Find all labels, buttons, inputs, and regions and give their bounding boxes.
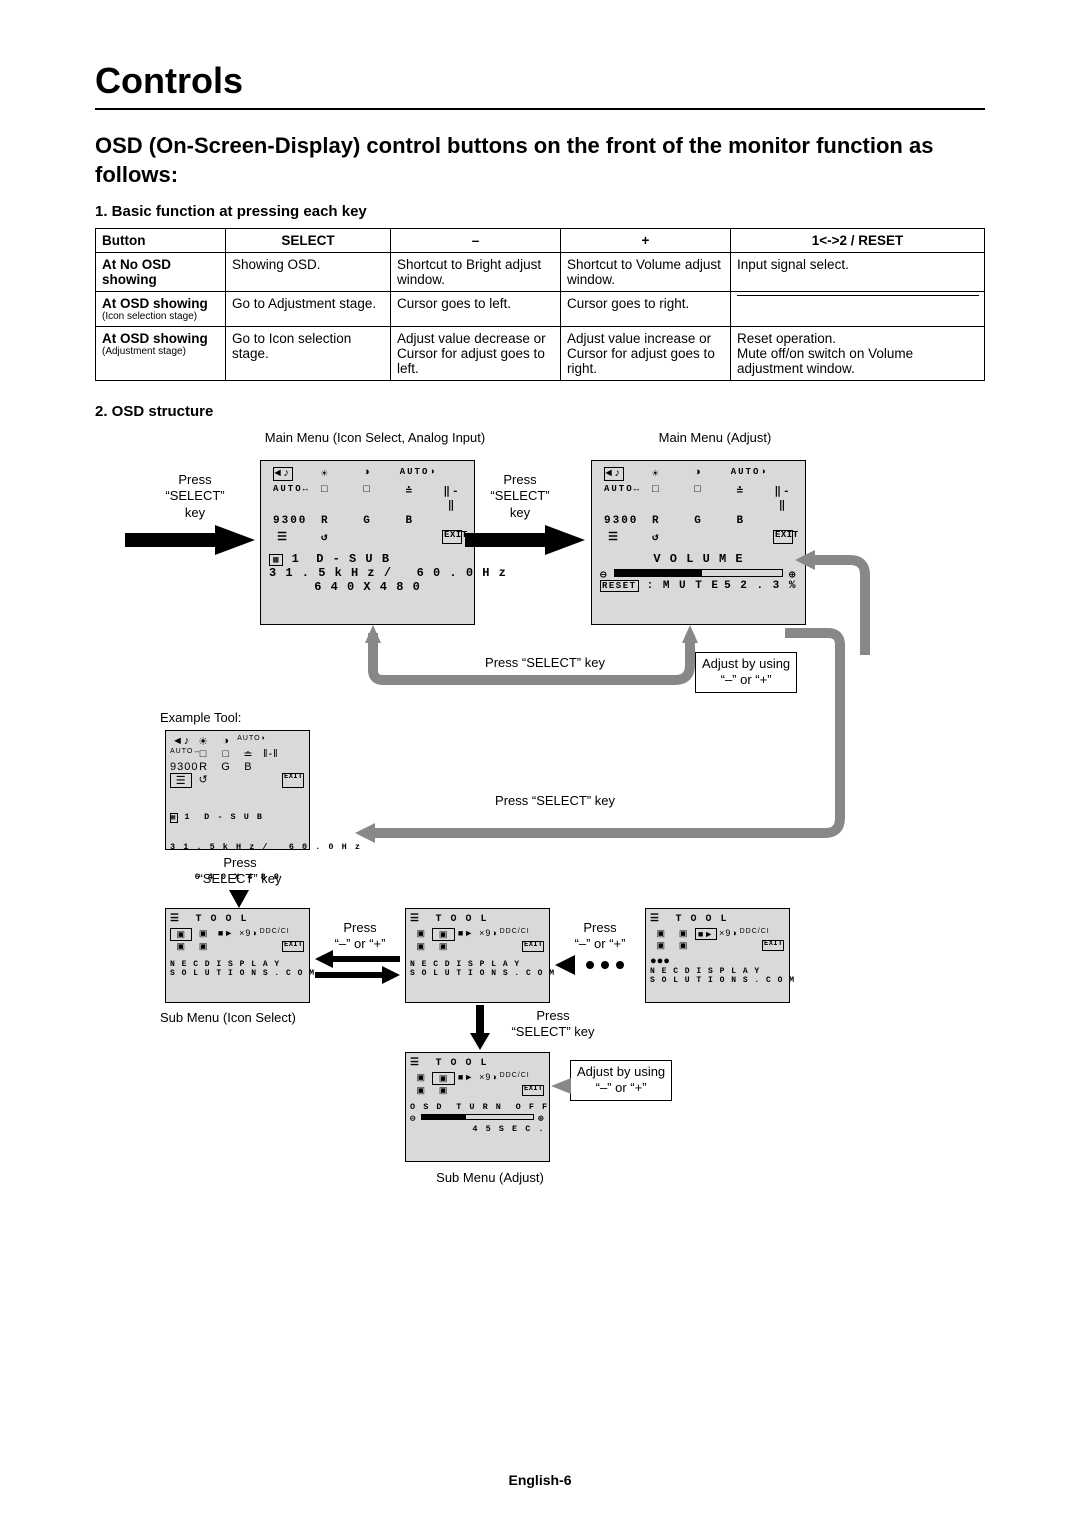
label-adjust-pm-2: Adjust by using “–” or “+” bbox=[570, 1060, 672, 1101]
table-row: At No OSD showing Showing OSD. Shortcut … bbox=[96, 253, 985, 292]
button-function-table: Button SELECT – + 1<->2 / RESET At No OS… bbox=[95, 228, 985, 381]
table-header-row: Button SELECT – + 1<->2 / RESET bbox=[96, 229, 985, 253]
row-label-main: At OSD showing bbox=[102, 296, 208, 311]
cell: Cursor goes to right. bbox=[561, 292, 731, 327]
row-label-sub: (Icon selection stage) bbox=[102, 311, 219, 322]
arrow-right-2 bbox=[465, 525, 585, 555]
osd-info-line: ▦ 1 D - S U B bbox=[269, 552, 466, 566]
osd-panel-sub-2: ☰ T O O L ▣ ▣ ■► ×9◑ DDC/CI ▣ ▣ EXIT N E… bbox=[405, 908, 550, 1003]
osd-panel-example-tool: ◄♪☀◑AUTO◑ AUTO↔□□≐‖-‖ 9300RGB ☰↺EXIT ▦ 1… bbox=[165, 730, 310, 850]
row-label: At OSD showing (Adjustment stage) bbox=[96, 327, 226, 381]
col-button: Button bbox=[96, 229, 226, 253]
table-row: At OSD showing (Adjustment stage) Go to … bbox=[96, 327, 985, 381]
section2-heading: 2. OSD structure bbox=[95, 403, 985, 420]
label-press-pm-1: Press “–” or “+” bbox=[325, 920, 395, 953]
cell: Reset operation. Mute off/on switch on V… bbox=[731, 327, 985, 381]
label-example-tool: Example Tool: bbox=[160, 710, 241, 726]
arrow-down-1 bbox=[229, 890, 249, 908]
horizontal-rule bbox=[95, 108, 985, 110]
cell bbox=[731, 292, 985, 327]
icon-row: 9300 R G B bbox=[267, 515, 468, 527]
label-press-select-2: Press “SELECT” key bbox=[475, 472, 565, 521]
cell: Shortcut to Bright adjust window. bbox=[391, 253, 561, 292]
arrow-left-dots bbox=[555, 955, 640, 975]
row-label: At No OSD showing bbox=[96, 253, 226, 292]
page-title: Controls bbox=[95, 60, 985, 102]
cell: Showing OSD. bbox=[226, 253, 391, 292]
row-label-sub: (Adjustment stage) bbox=[102, 346, 219, 357]
osd-panel-main-icon: ◄♪ ☀ ◑ AUTO◑ AUTO↔ □ □ ≐ ‖-‖ 9300 R G B bbox=[260, 460, 475, 625]
icon-row: ☰ ↺ EXIT bbox=[267, 530, 468, 544]
page-footer: English-6 bbox=[0, 1472, 1080, 1488]
osd-panel-sub-3: ☰ T O O L ▣ ▣ ■► ×9◑ DDC/CI ▣ ▣ EXIT ●●●… bbox=[645, 908, 790, 1003]
arrow-bidir-1 bbox=[315, 950, 400, 984]
cell: Shortcut to Volume adjust window. bbox=[561, 253, 731, 292]
exit-icon: EXIT bbox=[442, 530, 462, 544]
osd-panel-sub-1: ☰ T O O L ▣ ▣ ■► ×9◑ DDC/CI ▣ ▣ EXIT N E… bbox=[165, 908, 310, 1003]
icon-row: ◄♪ ☀ ◑ AUTO◑ bbox=[267, 467, 468, 481]
label-press-pm-2: Press “–” or “+” bbox=[565, 920, 635, 953]
arrow-right-1 bbox=[125, 525, 255, 555]
cell: Input signal select. bbox=[731, 253, 985, 292]
caption-main-adjust: Main Menu (Adjust) bbox=[625, 430, 805, 446]
osd-turnoff-time: 4 5 S E C . bbox=[410, 1124, 545, 1134]
label-press-select-down: Press “SELECT” key bbox=[190, 855, 290, 888]
osd-structure-diagram: Main Menu (Icon Select, Analog Input) Ma… bbox=[95, 430, 985, 1250]
section1-heading: 1. Basic function at pressing each key bbox=[95, 203, 985, 220]
col-reset: 1<->2 / RESET bbox=[731, 229, 985, 253]
osd-turnoff-line: O S D T U R N O F F bbox=[410, 1102, 545, 1112]
caption-sub-icon: Sub Menu (Icon Select) bbox=[160, 1010, 296, 1026]
cell: Adjust value increase or Cursor for adju… bbox=[561, 327, 731, 381]
row-label-main: At OSD showing bbox=[102, 331, 208, 346]
intro-paragraph: OSD (On-Screen-Display) control buttons … bbox=[95, 132, 985, 189]
osd-volume-pct: 5 2 . 3 % bbox=[724, 580, 797, 592]
table-row: At OSD showing (Icon selection stage) Go… bbox=[96, 292, 985, 327]
row-label: At OSD showing (Icon selection stage) bbox=[96, 292, 226, 327]
caption-main-icon: Main Menu (Icon Select, Analog Input) bbox=[255, 430, 495, 446]
label-press-select-1: Press “SELECT” key bbox=[150, 472, 240, 521]
arrow-long-back bbox=[355, 625, 855, 845]
col-plus: + bbox=[561, 229, 731, 253]
osd-panel-sub-adjust: ☰ T O O L ▣ ▣ ■► ×9◑ DDC/CI ▣ ▣ EXIT O S… bbox=[405, 1052, 550, 1162]
arrow-left-small bbox=[551, 1078, 571, 1094]
cell: Adjust value decrease or Cursor for adju… bbox=[391, 327, 561, 381]
osd-info-line: 6 4 0 X 4 8 0 bbox=[269, 580, 466, 594]
cell: Go to Icon selection stage. bbox=[226, 327, 391, 381]
caption-sub-adjust: Sub Menu (Adjust) bbox=[425, 1170, 555, 1186]
osd-info-line: 3 1 . 5 k H z / 6 0 . 0 H z bbox=[269, 566, 466, 580]
exit-icon: EXIT bbox=[773, 530, 793, 544]
arrow-down-2 bbox=[470, 1005, 490, 1050]
label-press-select-down2: Press “SELECT” key bbox=[493, 1008, 613, 1041]
cell: Go to Adjustment stage. bbox=[226, 292, 391, 327]
icon-row: AUTO↔ □ □ ≐ ‖-‖ bbox=[267, 484, 468, 512]
col-select: SELECT bbox=[226, 229, 391, 253]
osd-volume-title: V O L U M E bbox=[600, 552, 797, 566]
cell: Cursor goes to left. bbox=[391, 292, 561, 327]
col-minus: – bbox=[391, 229, 561, 253]
osd-panel-main-adjust: ◄♪ ☀ ◑ AUTO◑ AUTO↔ □ □ ≐ ‖-‖ 9300 R G B bbox=[591, 460, 806, 625]
